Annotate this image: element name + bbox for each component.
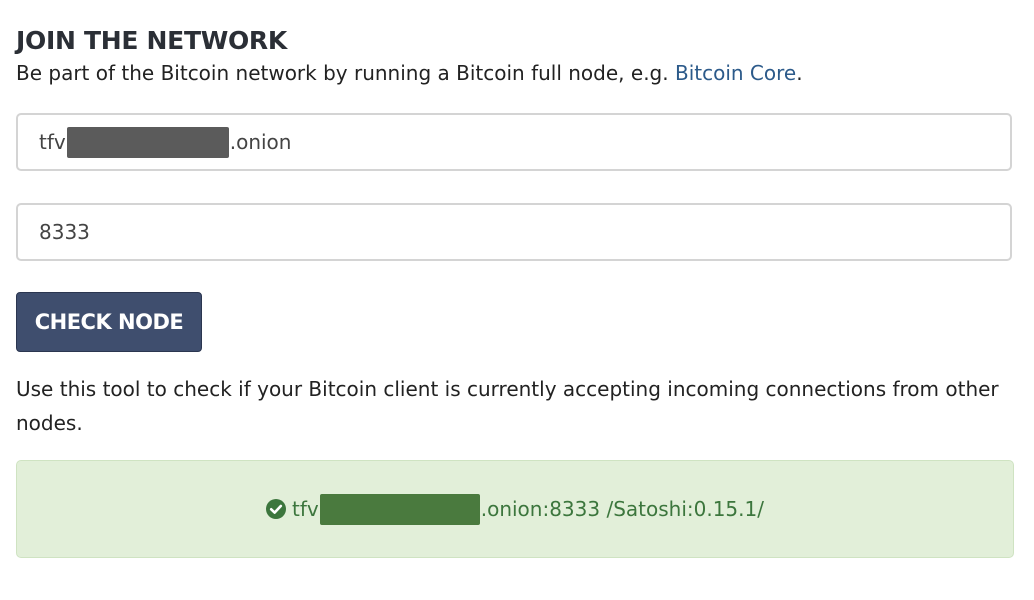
port-input[interactable]: 8333 [16,203,1012,261]
help-text: Use this tool to check if your Bitcoin c… [16,377,999,435]
result-prefix: tfv [292,497,319,521]
check-node-button[interactable]: CHECK NODE [16,292,202,352]
host-prefix: tfv [39,130,66,154]
intro-text: Be part of the Bitcoin network by runnin… [16,61,803,85]
success-result: tfv .onion:8333 /Satoshi:0.15.1/ [16,460,1014,558]
redacted-block [66,126,229,158]
result-suffix: .onion:8333 /Satoshi:0.15.1/ [480,497,764,521]
join-network-page: JOIN THE NETWORK Be part of the Bitcoin … [0,0,1034,600]
page-title: JOIN THE NETWORK [16,26,287,55]
port-value: 8333 [39,220,90,244]
check-circle-icon [266,499,287,519]
intro-prefix: Be part of the Bitcoin network by runnin… [16,61,675,85]
bitcoin-core-link[interactable]: Bitcoin Core [675,61,796,85]
host-input[interactable]: tfv .onion [16,113,1012,171]
intro-suffix: . [796,61,803,85]
host-suffix: .onion [229,130,292,154]
redacted-block [319,493,480,525]
